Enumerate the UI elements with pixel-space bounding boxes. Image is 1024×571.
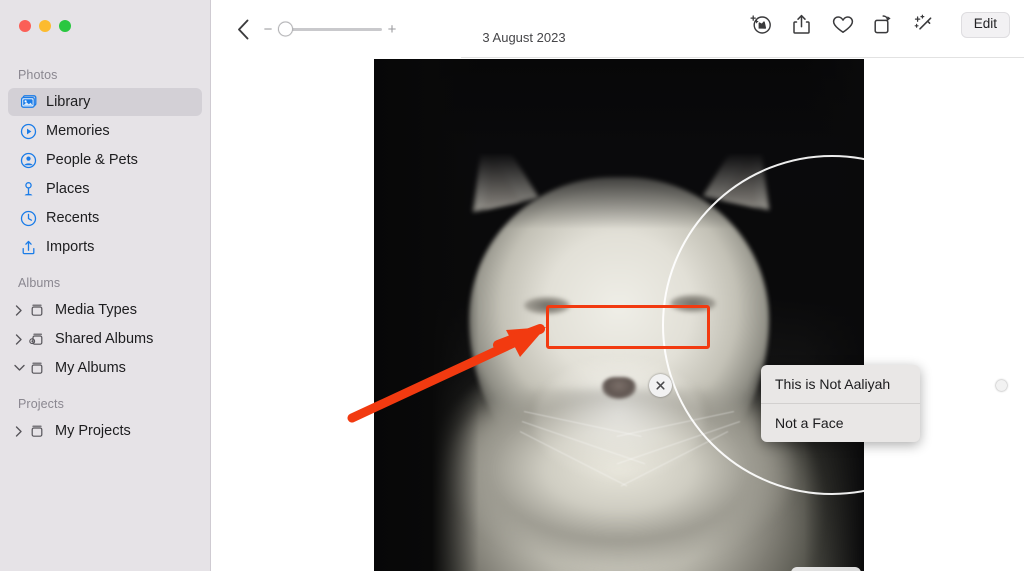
sidebar-item-my-projects[interactable]: My Projects bbox=[8, 417, 202, 445]
zoom-in-label[interactable]: + bbox=[386, 22, 398, 37]
sidebar-item-label: Media Types bbox=[55, 302, 137, 318]
places-pin-icon bbox=[18, 180, 38, 198]
sidebar-item-label: Library bbox=[46, 94, 91, 110]
rotate-icon[interactable] bbox=[873, 13, 895, 37]
favorite-heart-icon[interactable] bbox=[832, 13, 854, 37]
chevron-right-icon[interactable] bbox=[12, 332, 26, 346]
library-icon bbox=[18, 93, 38, 111]
zoom-slider[interactable]: − + bbox=[262, 18, 398, 40]
sidebar-item-label: My Albums bbox=[55, 360, 126, 376]
shared-album-icon bbox=[27, 330, 47, 348]
sidebar-item-imports[interactable]: Imports bbox=[8, 233, 202, 261]
sidebar-item-memories[interactable]: Memories bbox=[8, 117, 202, 145]
sidebar-item-shared-albums[interactable]: Shared Albums bbox=[8, 325, 202, 353]
photo-vignette-left bbox=[374, 59, 479, 571]
face-context-menu[interactable]: This is Not Aaliyah Not a Face bbox=[761, 365, 920, 442]
auto-enhance-wand-icon[interactable] bbox=[914, 13, 936, 37]
back-button[interactable] bbox=[230, 15, 256, 43]
recents-clock-icon bbox=[18, 209, 38, 227]
album-icon bbox=[27, 359, 47, 377]
people-pets-icon bbox=[18, 151, 38, 169]
maximize-window-button[interactable] bbox=[59, 20, 71, 32]
sidebar-item-label: Memories bbox=[46, 123, 110, 139]
sidebar-item-label: People & Pets bbox=[46, 152, 138, 168]
sidebar-item-label: Recents bbox=[46, 210, 100, 226]
sidebar-item-places[interactable]: Places bbox=[8, 175, 202, 203]
toolbar-right-actions: Edit bbox=[750, 12, 1010, 38]
menu-item-this-is-not-aaliyah[interactable]: This is Not Aaliyah bbox=[761, 365, 920, 403]
add-to-memory-icon[interactable] bbox=[750, 13, 772, 37]
sidebar-item-library[interactable]: Library bbox=[8, 88, 202, 116]
sidebar-item-my-albums[interactable]: My Albums bbox=[8, 354, 202, 382]
album-icon bbox=[27, 422, 47, 440]
photos-app-window: Photos Library Memories People & Pets Pl… bbox=[0, 0, 1024, 571]
imports-icon bbox=[18, 238, 38, 256]
menu-item-not-a-face[interactable]: Not a Face bbox=[761, 404, 920, 442]
sidebar: Photos Library Memories People & Pets Pl… bbox=[0, 0, 211, 571]
memories-icon bbox=[18, 122, 38, 140]
close-x-icon[interactable] bbox=[649, 374, 672, 397]
sidebar-scroll-area[interactable]: Photos Library Memories People & Pets Pl… bbox=[0, 62, 210, 571]
face-name-badge[interactable]: Aaliyah bbox=[791, 567, 862, 571]
zoom-slider-knob[interactable] bbox=[278, 21, 293, 37]
cat-eye-left bbox=[524, 297, 570, 314]
sidebar-section-photos-title: Photos bbox=[18, 68, 58, 82]
sidebar-item-recents[interactable]: Recents bbox=[8, 204, 202, 232]
photo-date: 3 August 2023 bbox=[482, 30, 566, 45]
sidebar-item-label: Imports bbox=[46, 239, 95, 255]
sidebar-item-media-types[interactable]: Media Types bbox=[8, 296, 202, 324]
chevron-right-icon[interactable] bbox=[12, 424, 26, 438]
sidebar-item-label: My Projects bbox=[55, 423, 131, 439]
zoom-slider-track[interactable] bbox=[278, 21, 382, 37]
window-traffic-lights bbox=[19, 20, 71, 32]
sidebar-item-people-and-pets[interactable]: People & Pets bbox=[8, 146, 202, 174]
sidebar-section-projects-title: Projects bbox=[18, 397, 64, 411]
chevron-down-icon[interactable] bbox=[12, 361, 26, 375]
face-detection-circle[interactable] bbox=[662, 155, 1002, 495]
zoom-out-label[interactable]: − bbox=[262, 22, 274, 37]
cat-nose bbox=[602, 377, 636, 399]
resize-dot-icon[interactable] bbox=[996, 380, 1007, 391]
photo-canvas[interactable]: Aaliyah This is Not Aaliyah Not a Face bbox=[212, 58, 1024, 571]
edit-button[interactable]: Edit bbox=[960, 12, 1010, 38]
sidebar-section-albums-title: Albums bbox=[18, 276, 61, 290]
sidebar-item-label: Shared Albums bbox=[55, 331, 154, 347]
share-icon[interactable] bbox=[791, 13, 813, 37]
main-content: − + 3 August 2023 Edit This is Not Aaliy… bbox=[212, 0, 1024, 571]
sidebar-item-label: Places bbox=[46, 181, 90, 197]
album-icon bbox=[27, 301, 47, 319]
toolbar: − + 3 August 2023 Edit bbox=[212, 0, 1024, 58]
close-window-button[interactable] bbox=[19, 20, 31, 32]
minimize-window-button[interactable] bbox=[39, 20, 51, 32]
chevron-right-icon[interactable] bbox=[12, 303, 26, 317]
